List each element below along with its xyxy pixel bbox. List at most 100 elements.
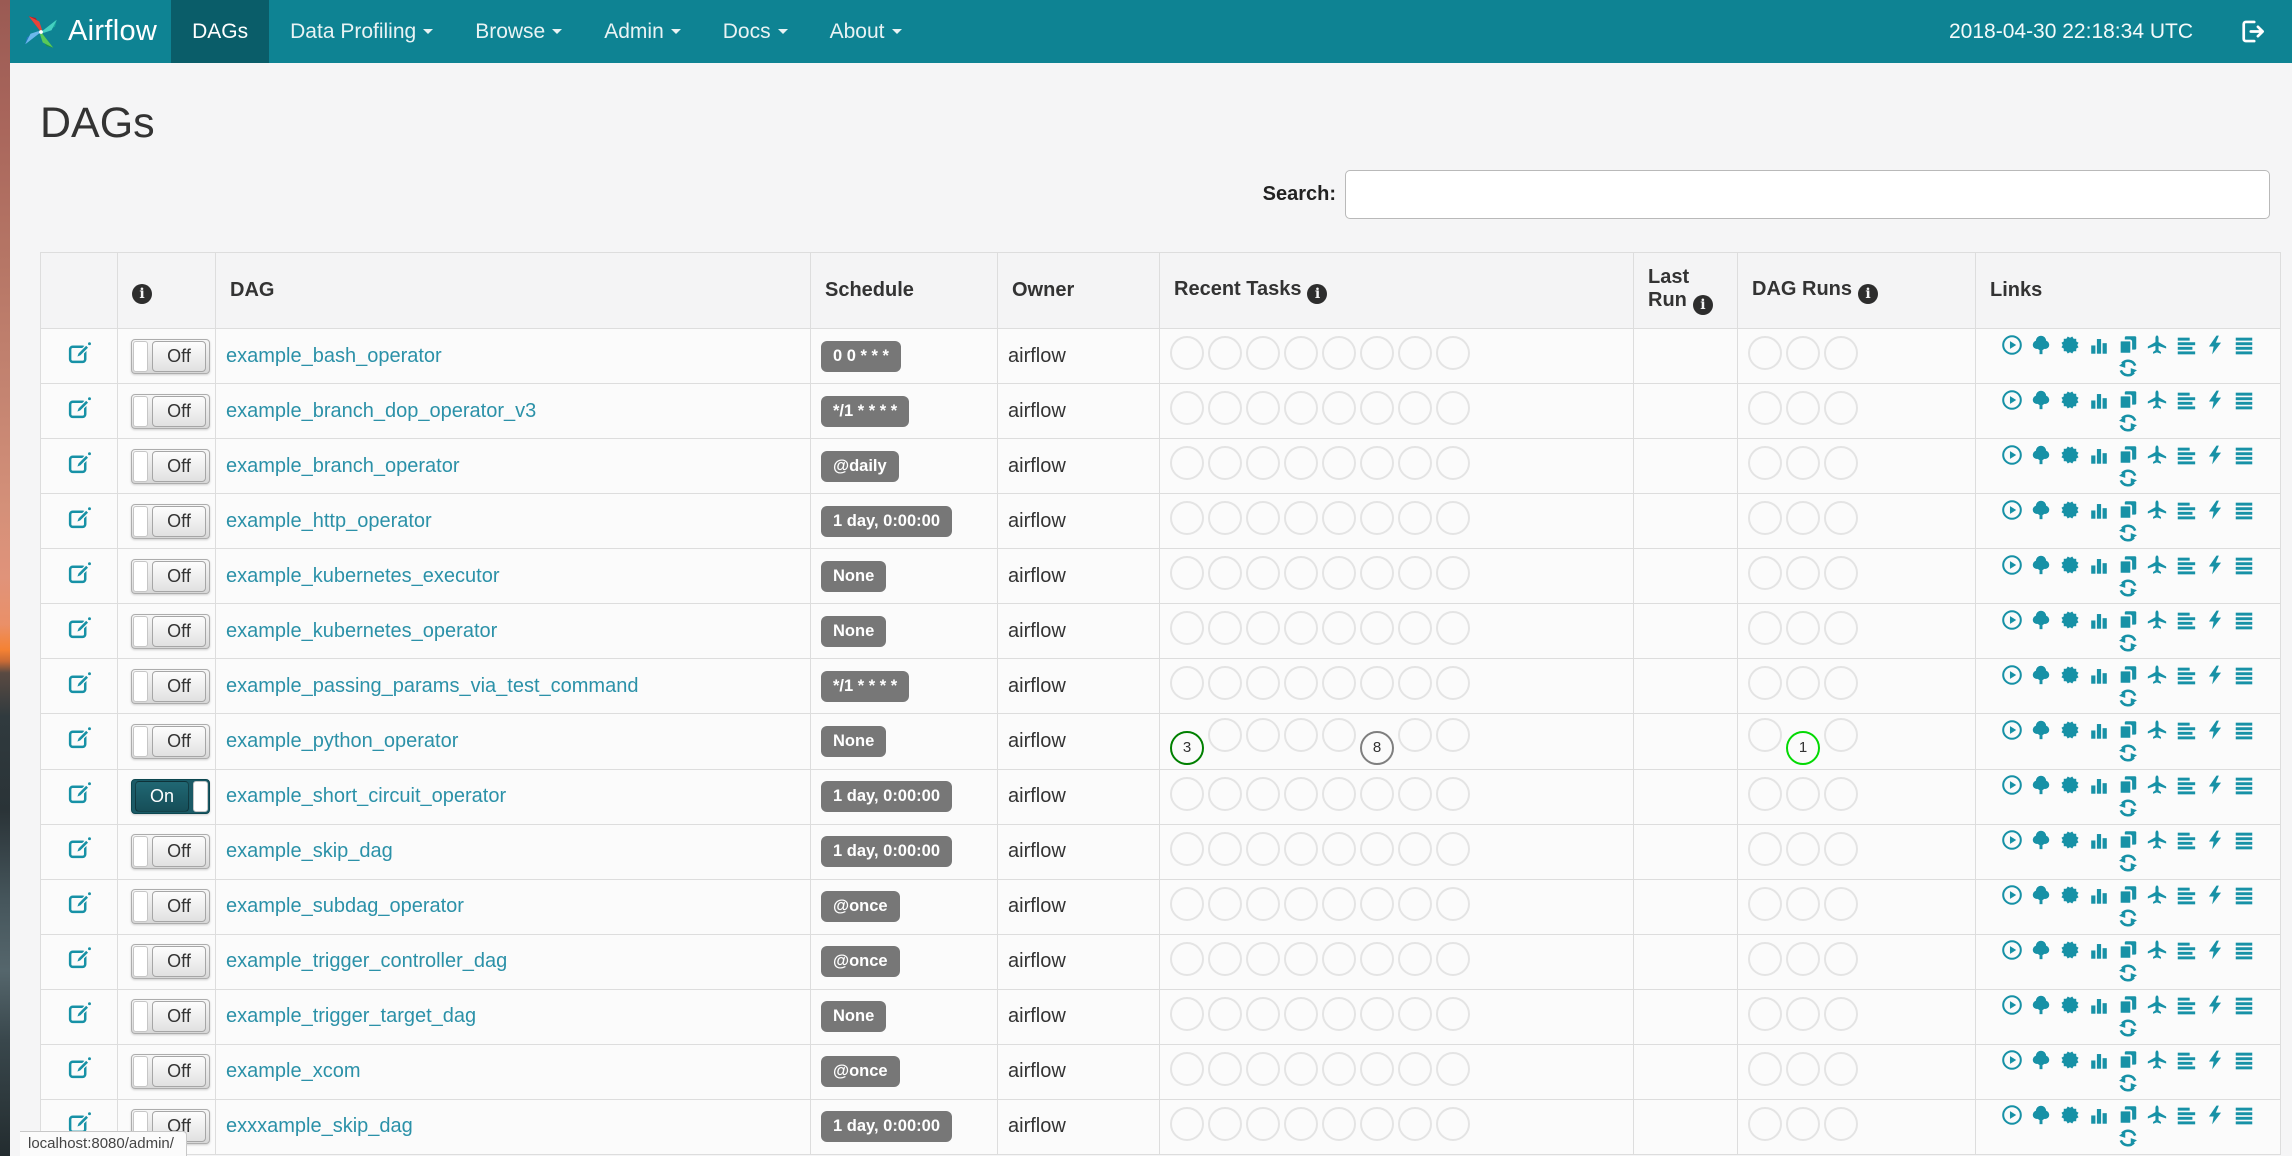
code-view-link[interactable]: [2204, 1104, 2226, 1126]
trigger-dag-link[interactable]: [2001, 884, 2023, 906]
task-state-circle[interactable]: [1208, 611, 1242, 645]
task-state-circle[interactable]: [1322, 391, 1356, 425]
trigger-dag-link[interactable]: [2001, 389, 2023, 411]
dag-pause-toggle[interactable]: Off: [131, 558, 210, 594]
graph-view-link[interactable]: [2059, 1104, 2081, 1126]
landing-times-link[interactable]: [2146, 884, 2168, 906]
dag-run-circle[interactable]: [1786, 1106, 1820, 1141]
dag-run-circle[interactable]: [1824, 776, 1858, 811]
code-view-link[interactable]: [2204, 334, 2226, 356]
trigger-dag-link[interactable]: [2001, 664, 2023, 686]
task-state-circle[interactable]: [1284, 336, 1318, 370]
trigger-dag-link[interactable]: [2001, 334, 2023, 356]
task-state-circle[interactable]: [1436, 611, 1470, 645]
task-state-circle[interactable]: [1360, 941, 1394, 976]
landing-times-link[interactable]: [2146, 774, 2168, 796]
task-state-circle[interactable]: [1398, 666, 1432, 700]
dag-run-circle[interactable]: [1748, 1106, 1782, 1141]
trigger-dag-link[interactable]: [2001, 554, 2023, 576]
task-state-circle[interactable]: [1398, 1051, 1432, 1086]
logs-link[interactable]: [2233, 1104, 2255, 1126]
task-tries-link[interactable]: [2117, 664, 2139, 686]
task-state-circle[interactable]: [1360, 776, 1394, 811]
task-state-circle[interactable]: [1170, 1106, 1204, 1141]
task-state-circle[interactable]: [1170, 446, 1204, 480]
dag-run-circle[interactable]: [1824, 831, 1858, 866]
task-state-circle[interactable]: [1246, 391, 1280, 425]
task-state-circle[interactable]: [1246, 446, 1280, 480]
landing-times-link[interactable]: [2146, 719, 2168, 741]
logs-link[interactable]: [2233, 774, 2255, 796]
dag-run-circle[interactable]: [1748, 611, 1782, 645]
tree-view-link[interactable]: [2030, 664, 2052, 686]
graph-view-link[interactable]: [2059, 664, 2081, 686]
task-tries-link[interactable]: [2117, 1104, 2139, 1126]
dag-run-circle[interactable]: [1748, 666, 1782, 700]
task-state-circle[interactable]: [1398, 941, 1432, 976]
dag-pause-toggle[interactable]: Off: [131, 613, 210, 649]
task-duration-link[interactable]: [2088, 774, 2110, 796]
task-state-circle[interactable]: [1246, 776, 1280, 811]
logs-link[interactable]: [2233, 829, 2255, 851]
task-state-circle[interactable]: [1208, 446, 1242, 480]
task-state-circle[interactable]: [1284, 1051, 1318, 1086]
edit-dag-button[interactable]: [67, 1056, 92, 1081]
code-view-link[interactable]: [2204, 1049, 2226, 1071]
task-state-circle[interactable]: [1284, 391, 1318, 425]
gantt-view-link[interactable]: [2175, 1104, 2197, 1126]
gantt-view-link[interactable]: [2175, 499, 2197, 521]
refresh-dag-link[interactable]: [2117, 357, 2139, 379]
task-state-circle[interactable]: [1208, 391, 1242, 425]
task-state-circle[interactable]: [1284, 1106, 1318, 1141]
task-state-circle[interactable]: [1322, 886, 1356, 921]
dag-run-circle[interactable]: [1748, 391, 1782, 425]
task-state-circle[interactable]: [1284, 666, 1318, 700]
edit-dag-button[interactable]: [67, 396, 92, 421]
code-view-link[interactable]: [2204, 444, 2226, 466]
refresh-dag-link[interactable]: [2117, 1072, 2139, 1094]
dag-pause-toggle[interactable]: On: [131, 779, 210, 814]
logs-link[interactable]: [2233, 664, 2255, 686]
dag-run-circle[interactable]: [1824, 556, 1858, 590]
dag-pause-toggle[interactable]: Off: [131, 448, 210, 484]
dag-run-circle[interactable]: [1748, 501, 1782, 535]
task-state-circle[interactable]: [1284, 611, 1318, 645]
landing-times-link[interactable]: [2146, 664, 2168, 686]
task-state-circle[interactable]: [1284, 501, 1318, 535]
nav-item-dags[interactable]: DAGs: [171, 0, 270, 63]
task-state-circle[interactable]: [1436, 336, 1470, 370]
dag-name-link[interactable]: example_xcom: [226, 1060, 361, 1082]
task-state-circle[interactable]: [1398, 611, 1432, 645]
task-state-circle[interactable]: [1246, 611, 1280, 645]
gantt-view-link[interactable]: [2175, 884, 2197, 906]
refresh-dag-link[interactable]: [2117, 797, 2139, 819]
logs-link[interactable]: [2233, 389, 2255, 411]
trigger-dag-link[interactable]: [2001, 939, 2023, 961]
landing-times-link[interactable]: [2146, 499, 2168, 521]
task-state-circle[interactable]: [1360, 886, 1394, 921]
task-state-circle[interactable]: [1398, 446, 1432, 480]
tree-view-link[interactable]: [2030, 884, 2052, 906]
code-view-link[interactable]: [2204, 499, 2226, 521]
dag-run-circle[interactable]: [1824, 886, 1858, 921]
trigger-dag-link[interactable]: [2001, 829, 2023, 851]
dag-run-circle[interactable]: [1824, 941, 1858, 976]
task-state-circle[interactable]: [1322, 336, 1356, 370]
task-state-circle[interactable]: [1436, 1051, 1470, 1086]
logs-link[interactable]: [2233, 554, 2255, 576]
dag-name-link[interactable]: example_branch_dop_operator_v3: [226, 400, 536, 422]
dag-pause-toggle[interactable]: Off: [131, 503, 210, 539]
task-state-circle[interactable]: [1208, 831, 1242, 866]
task-duration-link[interactable]: [2088, 444, 2110, 466]
task-state-circle[interactable]: [1436, 776, 1470, 811]
nav-item-about[interactable]: About: [809, 0, 923, 63]
dag-pause-toggle[interactable]: Off: [131, 834, 210, 869]
dag-run-circle[interactable]: [1786, 776, 1820, 811]
task-state-circle[interactable]: [1246, 886, 1280, 921]
task-state-circle[interactable]: [1208, 886, 1242, 921]
dag-run-circle[interactable]: [1824, 718, 1858, 752]
task-tries-link[interactable]: [2117, 334, 2139, 356]
dag-run-circle[interactable]: [1786, 611, 1820, 645]
task-state-circle[interactable]: [1436, 666, 1470, 700]
task-state-circle[interactable]: [1284, 556, 1318, 590]
